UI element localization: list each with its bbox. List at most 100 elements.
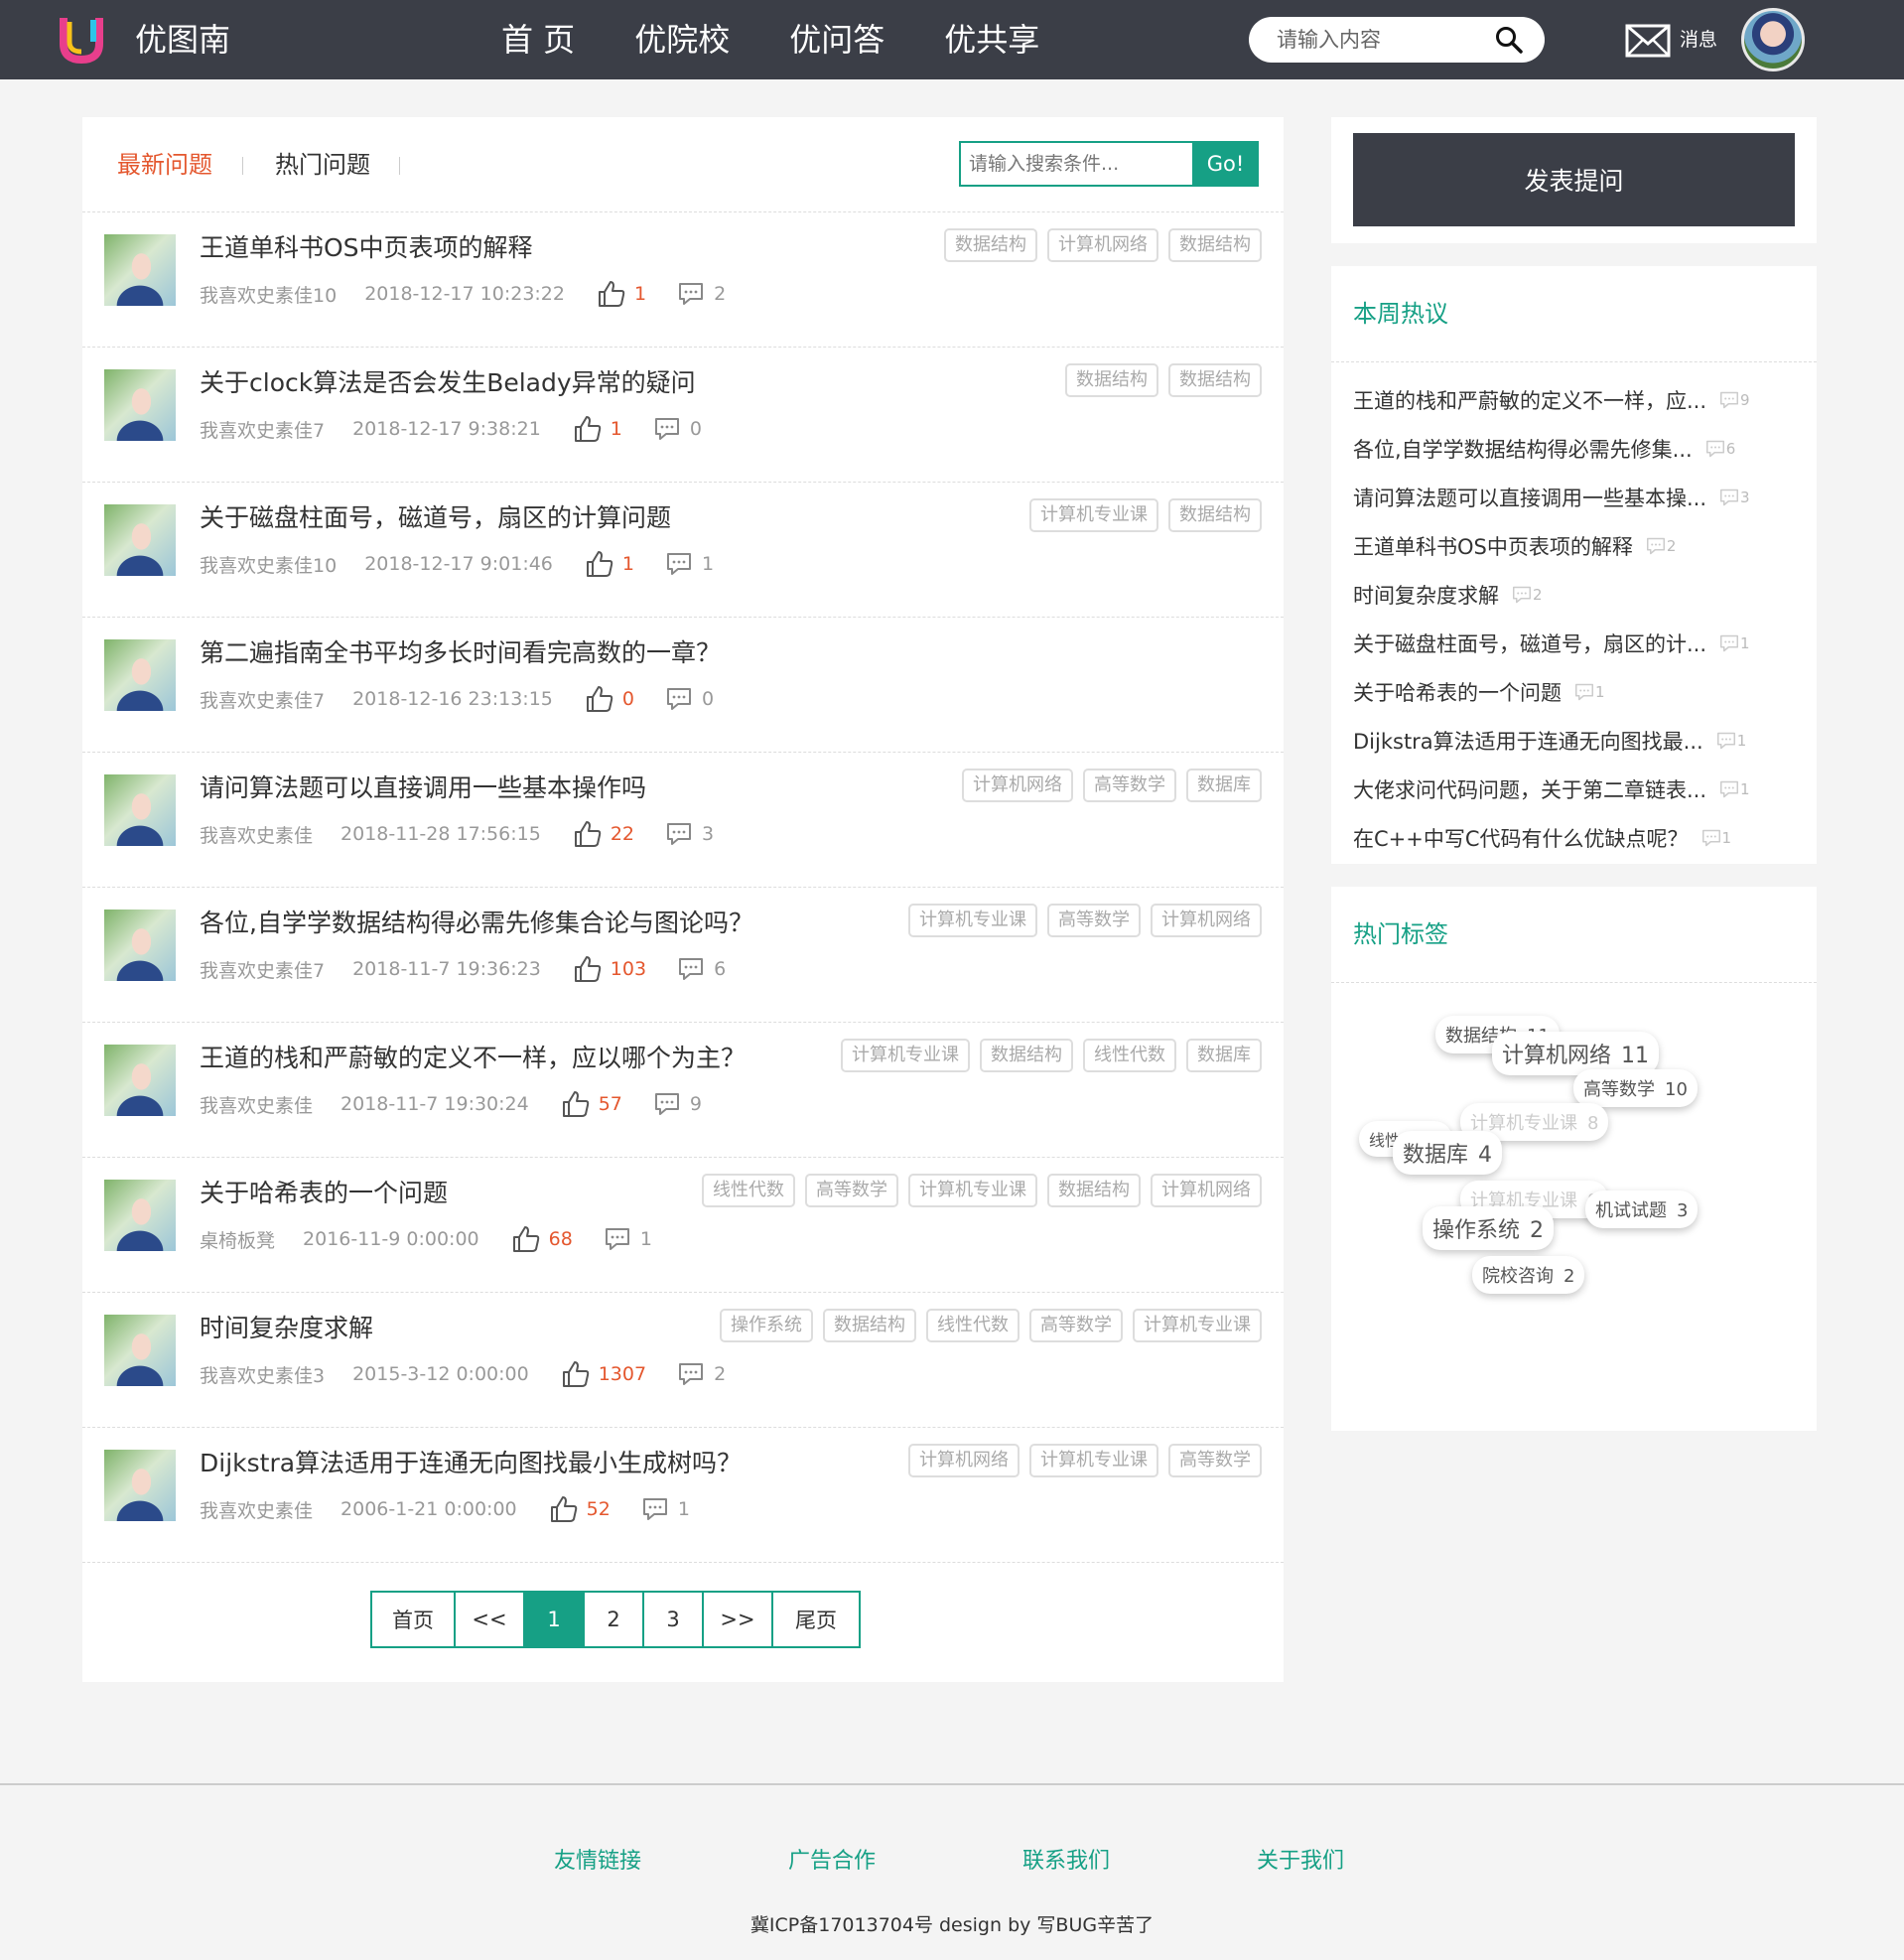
tab-hot[interactable]: 热门问题 (275, 147, 370, 183)
question-author[interactable]: 我喜欢史素佳10 (200, 551, 337, 578)
question-title[interactable]: 第二遍指南全书平均多长时间看完高数的一章？ (200, 633, 721, 673)
thumbs-up-icon[interactable] (597, 279, 626, 309)
tag-badge[interactable]: 高等数学 (1029, 1309, 1123, 1342)
tag-badge[interactable]: 线性代数 (1083, 1039, 1176, 1072)
hot-topic-title[interactable]: 关于磁盘柱面号，磁道号，扇区的计... (1353, 629, 1706, 658)
question-author[interactable]: 我喜欢史素佳3 (200, 1361, 325, 1388)
tag-badge[interactable]: 数据结构 (944, 228, 1037, 262)
hot-topic-title[interactable]: 时间复杂度求解 (1353, 580, 1499, 610)
tag-badge[interactable]: 计算机专业课 (908, 1174, 1037, 1207)
hot-topic-item[interactable]: 关于哈希表的一个问题 1 (1353, 667, 1800, 716)
filter-input[interactable] (961, 143, 1192, 185)
question-title[interactable]: 王道的栈和严蔚敏的定义不一样，应以哪个为主？ (200, 1039, 746, 1078)
tag-badge[interactable]: 高等数学 (1047, 904, 1141, 937)
hot-topic-title[interactable]: 请问算法题可以直接调用一些基本操... (1353, 483, 1706, 512)
tag-badge[interactable]: 数据结构 (1065, 363, 1158, 397)
hot-topic-title[interactable]: 王道单科书OS中页表项的解释 (1353, 531, 1633, 561)
page-1[interactable]: 1 (525, 1593, 585, 1646)
thumbs-up-icon[interactable] (561, 1089, 591, 1119)
hot-topic-item[interactable]: 大佬求问代码问题，关于第二章链表... 1 (1353, 765, 1800, 813)
tag-cloud-item[interactable]: 操作系统 2 (1423, 1206, 1555, 1250)
footer-link-friends[interactable]: 友情链接 (554, 1845, 641, 1879)
thumbs-up-icon[interactable] (573, 954, 603, 984)
question-title[interactable]: 时间复杂度求解 (200, 1309, 373, 1348)
hot-topic-item[interactable]: 王道单科书OS中页表项的解释 2 (1353, 521, 1800, 570)
tag-badge[interactable]: 数据结构 (1168, 228, 1262, 262)
tag-badge[interactable]: 计算机网络 (1151, 1174, 1262, 1207)
tag-badge[interactable]: 数据库 (1186, 1039, 1262, 1072)
tab-latest[interactable]: 最新问题 (117, 147, 212, 183)
author-avatar[interactable] (104, 1315, 176, 1386)
author-avatar[interactable] (104, 1450, 176, 1521)
tag-badge[interactable]: 数据结构 (1168, 498, 1262, 532)
hot-topic-item[interactable]: 时间复杂度求解 2 (1353, 570, 1800, 619)
question-author[interactable]: 我喜欢史素佳 (200, 1496, 313, 1523)
author-avatar[interactable] (104, 639, 176, 711)
question-title[interactable]: 请问算法题可以直接调用一些基本操作吗 (200, 769, 646, 808)
tag-badge[interactable]: 线性代数 (926, 1309, 1020, 1342)
thumbs-up-icon[interactable] (511, 1224, 541, 1254)
tag-badge[interactable]: 计算机专业课 (1029, 498, 1158, 532)
hot-topic-title[interactable]: Dijkstra算法适用于连通无向图找最... (1353, 726, 1703, 756)
thumbs-up-icon[interactable] (561, 1359, 591, 1389)
header-search-input[interactable] (1277, 23, 1485, 57)
footer-link-ads[interactable]: 广告合作 (788, 1845, 876, 1879)
question-author[interactable]: 我喜欢史素佳 (200, 1091, 313, 1118)
question-title[interactable]: 各位,自学学数据结构得必需先修集合论与图论吗？ (200, 904, 753, 943)
question-author[interactable]: 我喜欢史素佳10 (200, 281, 337, 308)
thumbs-up-icon[interactable] (585, 684, 614, 714)
tag-cloud-item[interactable]: 高等数学 10 (1573, 1069, 1698, 1107)
ask-question-button[interactable]: 发表提问 (1353, 133, 1795, 226)
hot-topic-title[interactable]: 大佬求问代码问题，关于第二章链表... (1353, 774, 1706, 804)
nav-share[interactable]: 优共享 (944, 18, 1039, 62)
hot-topic-item[interactable]: Dijkstra算法适用于连通无向图找最... 1 (1353, 716, 1800, 765)
tag-badge[interactable]: 计算机网络 (908, 1444, 1020, 1477)
tag-badge[interactable]: 数据结构 (980, 1039, 1073, 1072)
thumbs-up-icon[interactable] (585, 549, 614, 579)
hot-topic-item[interactable]: 各位,自学学数据结构得必需先修集... 6 (1353, 424, 1800, 473)
tag-badge[interactable]: 数据结构 (1047, 1174, 1141, 1207)
user-avatar[interactable] (1741, 8, 1805, 71)
tag-badge[interactable]: 数据库 (1186, 769, 1262, 802)
hot-topic-item[interactable]: 关于磁盘柱面号，磁道号，扇区的计... 1 (1353, 619, 1800, 667)
author-avatar[interactable] (104, 504, 176, 576)
site-name[interactable]: 优图南 (135, 18, 230, 62)
tag-badge[interactable]: 计算机专业课 (841, 1039, 970, 1072)
page-3[interactable]: 3 (644, 1593, 704, 1646)
tag-badge[interactable]: 操作系统 (720, 1309, 813, 1342)
nav-qa[interactable]: 优问答 (789, 18, 884, 62)
nav-home[interactable]: 首 页 (501, 18, 575, 62)
tag-cloud-item[interactable]: 机试试题 3 (1585, 1190, 1699, 1228)
tag-badge[interactable]: 线性代数 (702, 1174, 795, 1207)
messages-link[interactable]: 消息 (1680, 26, 1717, 54)
tag-badge[interactable]: 数据结构 (823, 1309, 916, 1342)
go-button[interactable]: Go! (1192, 141, 1259, 187)
thumbs-up-icon[interactable] (573, 819, 603, 849)
tag-badge[interactable]: 计算机专业课 (1133, 1309, 1262, 1342)
hot-topic-title[interactable]: 王道的栈和严蔚敏的定义不一样，应... (1353, 385, 1706, 415)
thumbs-up-icon[interactable] (573, 414, 603, 444)
question-author[interactable]: 我喜欢史素佳7 (200, 956, 325, 983)
hot-topic-title[interactable]: 各位,自学学数据结构得必需先修集... (1353, 434, 1693, 464)
footer-link-about[interactable]: 关于我们 (1257, 1845, 1344, 1879)
author-avatar[interactable] (104, 910, 176, 981)
page-2[interactable]: 2 (585, 1593, 644, 1646)
nav-schools[interactable]: 优院校 (634, 18, 730, 62)
question-title[interactable]: Dijkstra算法适用于连通无向图找最小生成树吗？ (200, 1444, 742, 1483)
hot-topic-item[interactable]: 请问算法题可以直接调用一些基本操... 3 (1353, 473, 1800, 521)
footer-link-contact[interactable]: 联系我们 (1022, 1845, 1110, 1879)
tag-badge[interactable]: 数据结构 (1168, 363, 1262, 397)
author-avatar[interactable] (104, 1180, 176, 1251)
tag-badge[interactable]: 高等数学 (1168, 1444, 1262, 1477)
question-title[interactable]: 王道单科书OS中页表项的解释 (200, 228, 533, 268)
question-title[interactable]: 关于磁盘柱面号，磁道号，扇区的计算问题 (200, 498, 671, 538)
question-author[interactable]: 我喜欢史素佳7 (200, 686, 325, 713)
tag-cloud-item[interactable]: 院校咨询 2 (1472, 1256, 1585, 1294)
hot-topic-title[interactable]: 关于哈希表的一个问题 (1353, 677, 1562, 707)
hot-topic-title[interactable]: 在C++中写C代码有什么优缺点呢？ (1353, 823, 1689, 853)
site-logo-icon[interactable] (60, 14, 103, 64)
hot-topic-item[interactable]: 在C++中写C代码有什么优缺点呢？ 1 (1353, 813, 1800, 862)
page-first[interactable]: 首页 (372, 1593, 456, 1646)
tag-cloud-item[interactable]: 数据库 4 (1393, 1131, 1503, 1175)
hot-topic-item[interactable]: 王道的栈和严蔚敏的定义不一样，应... 9 (1353, 375, 1800, 424)
